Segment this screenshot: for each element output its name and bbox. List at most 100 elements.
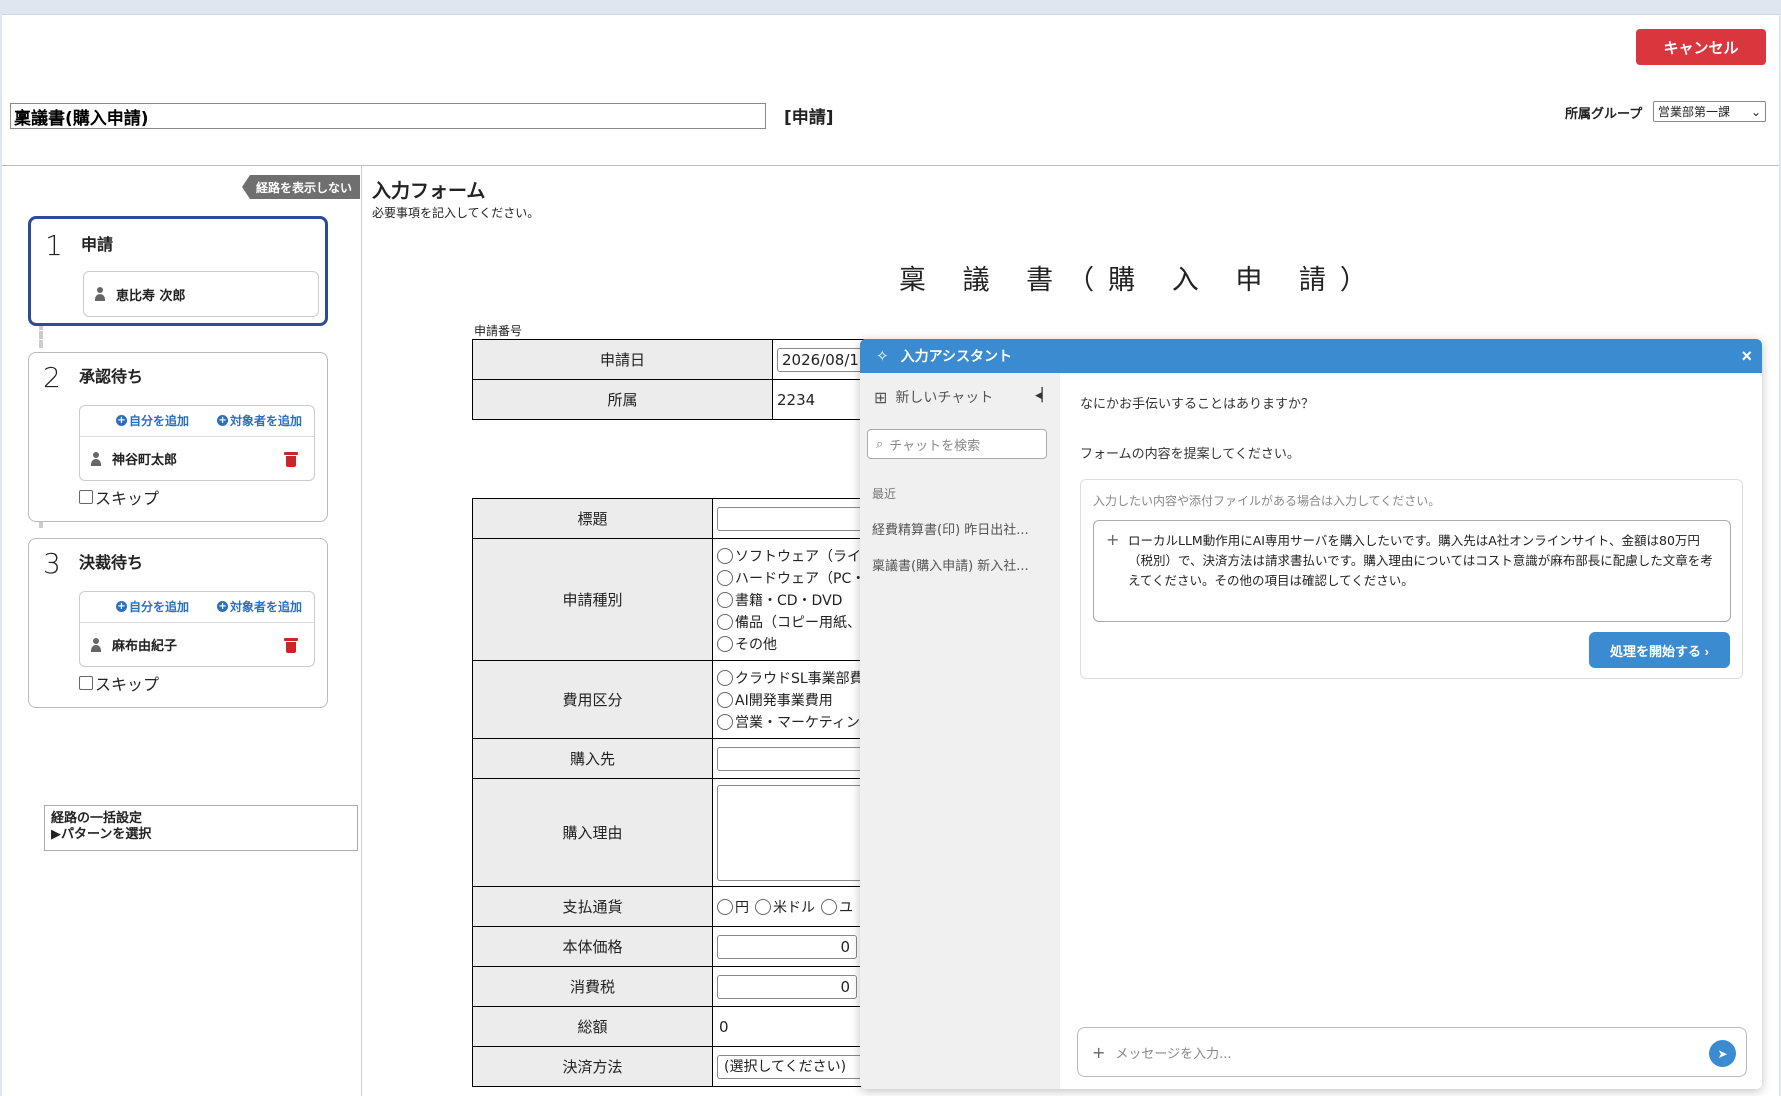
- currency-option-label: ユ: [839, 899, 853, 916]
- user-message: フォームの内容を提案してください。: [1080, 447, 1300, 462]
- applicant-name: 恵比寿 次郎: [116, 288, 186, 304]
- page: キャンセル 稟議書(購入申請) [申請] 所属グループ 営業部第一課 ⌄ 経路を…: [2, 14, 1779, 1096]
- document-status: [申請]: [784, 108, 834, 128]
- start-processing-button[interactable]: 処理を開始する ›: [1589, 632, 1730, 668]
- cancel-button[interactable]: キャンセル: [1636, 29, 1766, 65]
- step-number: 3: [43, 547, 61, 580]
- assistant-header: ✧ 入力アシスタント ×: [860, 339, 1762, 373]
- route-step-1[interactable]: 1 申請 恵比寿 次郎: [28, 216, 328, 326]
- radio-button[interactable]: [717, 635, 733, 652]
- subject-label: 標題: [472, 498, 713, 539]
- send-icon[interactable]: ➤: [1709, 1040, 1736, 1067]
- form-subheading: 必要事項を記入してください。: [372, 206, 540, 220]
- person-icon: [94, 287, 106, 301]
- cost-option-label: クラウドSL事業部費: [735, 670, 864, 687]
- collapse-sidebar-icon[interactable]: ◂▏: [1035, 388, 1052, 403]
- approver-entry: 神谷町太郎: [80, 436, 314, 480]
- radio-button[interactable]: [717, 898, 733, 915]
- new-chat-button[interactable]: ⊞ 新しいチャット: [874, 387, 993, 407]
- add-self-label: 自分を追加: [129, 414, 190, 428]
- message-input[interactable]: + メッセージを入力... ➤: [1077, 1027, 1747, 1077]
- assistant-icon: ✧: [876, 347, 889, 365]
- radio-button[interactable]: [717, 547, 733, 564]
- skip-label: スキップ: [95, 675, 160, 694]
- plus-icon: +: [116, 415, 127, 426]
- person-icon: [90, 637, 102, 652]
- attach-plus-icon[interactable]: +: [1092, 1043, 1105, 1062]
- new-chat-label: 新しいチャット: [895, 390, 994, 406]
- step-number: 2: [43, 361, 61, 394]
- trash-icon[interactable]: [284, 451, 298, 467]
- currency-option-label: 円: [735, 899, 749, 916]
- type-option-label: ハードウェア（PC・: [735, 570, 866, 587]
- dept-label: 所属: [472, 379, 773, 420]
- prompt-card: 入力したい内容や添付ファイルがある場合は入力してください。 + ローカルLLM動…: [1080, 479, 1743, 679]
- approver-name: 麻布由紀子: [112, 639, 178, 654]
- type-option-label: 備品（コピー用紙、: [735, 614, 861, 631]
- tax-input[interactable]: 0: [717, 974, 857, 999]
- add-self-link[interactable]: + 自分を追加: [116, 598, 189, 615]
- step-number: 1: [45, 229, 63, 262]
- route-bulk-settings[interactable]: 経路の一括設定 ▶パターンを選択: [44, 805, 358, 851]
- add-target-label: 対象者を追加: [230, 600, 303, 614]
- approver-name: 神谷町太郎: [112, 453, 178, 468]
- add-target-link[interactable]: + 対象者を追加: [217, 598, 302, 615]
- radio-button[interactable]: [717, 669, 733, 686]
- chat-sidebar: ⊞ 新しいチャット ◂▏ ⌕ チャットを検索 最近 経費精算書(印) 昨日出社.…: [860, 373, 1060, 1089]
- applicant-entry: 恵比寿 次郎: [83, 271, 319, 317]
- skip-option[interactable]: スキップ: [79, 485, 159, 509]
- plus-icon: +: [217, 415, 229, 426]
- type-option-label: 書籍・CD・DVD: [735, 592, 843, 609]
- radio-button[interactable]: [717, 713, 733, 730]
- route-step-2: 2 承認待ち + 自分を追加 + 対象者を追加 神谷町太郎 スキップ: [28, 352, 328, 522]
- group-select-value: 営業部第一課: [1658, 105, 1731, 119]
- application-number-label: 申請番号: [474, 324, 523, 338]
- add-target-link[interactable]: + 対象者を追加: [217, 412, 302, 429]
- chat-history-item[interactable]: 経費精算書(印) 昨日出社...: [872, 519, 1052, 538]
- radio-button[interactable]: [821, 898, 837, 915]
- price-input[interactable]: 0: [717, 934, 857, 959]
- approver-box: + 自分を追加 + 対象者を追加 神谷町太郎: [79, 405, 315, 481]
- attach-plus-icon[interactable]: +: [1106, 530, 1119, 550]
- prompt-hint: 入力したい内容や添付ファイルがある場合は入力してください。: [1093, 494, 1441, 508]
- document-heading: 稟 議 書（購 入 申 請）: [899, 265, 1381, 296]
- date-label: 申請日: [472, 339, 773, 380]
- hide-route-button[interactable]: 経路を表示しない: [242, 175, 361, 199]
- assistant-title: 入力アシスタント: [900, 349, 1013, 365]
- add-links: + 自分を追加 + 対象者を追加: [116, 598, 302, 615]
- message-placeholder: メッセージを入力...: [1115, 1046, 1232, 1062]
- radio-button[interactable]: [755, 898, 771, 915]
- radio-button[interactable]: [717, 691, 733, 708]
- person-icon: [90, 451, 102, 466]
- type-option-label: その他: [735, 636, 777, 653]
- step-title: 決裁待ち: [79, 553, 144, 572]
- add-self-link[interactable]: + 自分を追加: [116, 412, 189, 429]
- bulk-settings-title: 経路の一括設定: [51, 811, 143, 826]
- document-title-field[interactable]: 稟議書(購入申請): [10, 103, 766, 129]
- cost-option-label: 営業・マーケティン: [735, 714, 860, 731]
- currency-option-label: 米ドル: [773, 899, 815, 916]
- currency-label: 支払通貨: [472, 886, 713, 927]
- reason-label: 購入理由: [472, 778, 713, 887]
- assistant-greeting: なにかお手伝いすることはありますか？: [1080, 397, 1315, 412]
- plus-icon: +: [217, 601, 229, 612]
- radio-button[interactable]: [717, 613, 733, 630]
- chat-search-input[interactable]: ⌕ チャットを検索: [867, 429, 1047, 459]
- skip-option[interactable]: スキップ: [79, 671, 159, 695]
- radio-button[interactable]: [717, 591, 733, 608]
- cost-label: 費用区分: [472, 660, 713, 739]
- skip-checkbox[interactable]: [79, 676, 93, 690]
- radio-button[interactable]: [717, 569, 733, 586]
- chat-history-item[interactable]: 稟議書(購入申請) 新入社...: [872, 555, 1052, 574]
- type-label: 申請種別: [472, 538, 713, 661]
- approver-entry: 麻布由紀子: [80, 622, 314, 666]
- skip-checkbox[interactable]: [79, 490, 93, 504]
- chat-search-placeholder: チャットを検索: [889, 438, 981, 454]
- prompt-textarea[interactable]: + ローカルLLM動作用にAI専用サーバを購入したいです。購入先はA社オンライン…: [1093, 520, 1731, 622]
- close-icon[interactable]: ×: [1741, 346, 1752, 367]
- route-pane: 経路を表示しない 1 申請 恵比寿 次郎 2 承認待ち + 自分を追加 + 対象者を…: [2, 166, 362, 1096]
- select-pattern-link[interactable]: ▶パターンを選択: [51, 827, 351, 843]
- trash-icon[interactable]: [284, 637, 298, 653]
- route-step-3: 3 決裁待ち + 自分を追加 + 対象者を追加 麻布由紀子 スキップ: [28, 538, 328, 708]
- group-select[interactable]: 営業部第一課 ⌄: [1653, 101, 1766, 122]
